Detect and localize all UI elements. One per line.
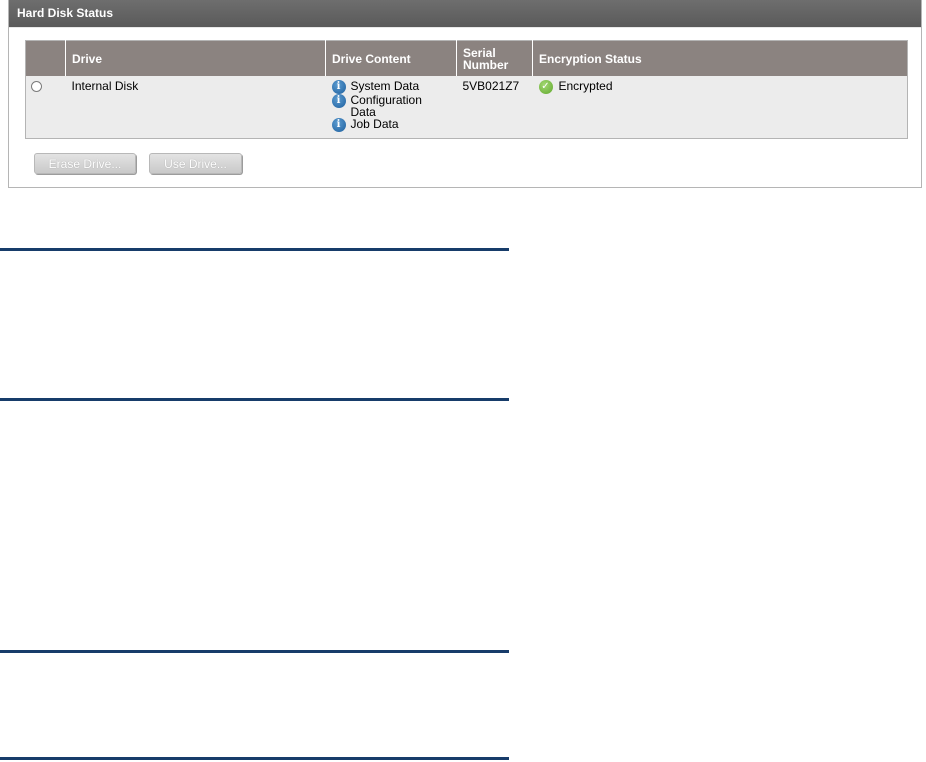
use-drive-button[interactable]: Use Drive...	[149, 153, 242, 174]
encryption-status-column-header[interactable]: Encryption Status	[532, 40, 908, 76]
panel-title: Hard Disk Status	[9, 0, 921, 27]
content-item[interactable]: i Configuration Data	[331, 94, 451, 118]
info-icon[interactable]: i	[331, 118, 346, 132]
select-cell	[25, 76, 66, 139]
content-item-label: System Data	[350, 79, 420, 93]
info-icon[interactable]: i	[331, 80, 346, 94]
content-item-label: Configuration Data	[351, 94, 422, 118]
panel-header-divider	[9, 27, 921, 28]
info-icon[interactable]: i	[331, 94, 346, 108]
table-header-row: Drive Drive Content Serial Number Encryp…	[25, 40, 908, 76]
separator-rule	[0, 398, 509, 401]
drive-content-cell: i System Data i Configuration Data i Job…	[325, 76, 457, 139]
drive-column-header[interactable]: Drive	[65, 40, 326, 76]
encryption-status-text: Encrypted	[558, 79, 613, 93]
serial-number-cell: 5VB021Z7	[456, 76, 533, 139]
content-item[interactable]: i Job Data	[331, 117, 451, 132]
separator-rule	[0, 248, 509, 251]
drive-table: Drive Drive Content Serial Number Encryp…	[25, 40, 908, 139]
content-item-label: Job Data	[350, 117, 399, 131]
select-column-header	[25, 40, 66, 76]
serial-header-line2: Number	[463, 57, 509, 72]
encryption-status-cell: ✓ Encrypted	[532, 76, 908, 139]
page: Hard Disk Status Drive Drive Content Ser…	[0, 0, 926, 762]
serial-number-column-header[interactable]: Serial Number	[456, 40, 533, 76]
separator-rule	[0, 757, 509, 760]
separator-rule	[0, 650, 509, 653]
drive-cell: Internal Disk	[65, 76, 326, 139]
table-row[interactable]: Internal Disk i System Data i Configurat…	[25, 76, 908, 139]
hard-disk-status-panel: Hard Disk Status Drive Drive Content Ser…	[8, 0, 922, 188]
erase-drive-button[interactable]: Erase Drive...	[34, 153, 136, 174]
check-icon: ✓	[538, 80, 553, 94]
drive-content-column-header[interactable]: Drive Content	[325, 40, 457, 76]
drive-select-radio[interactable]	[31, 81, 42, 92]
content-item[interactable]: i System Data	[331, 79, 451, 94]
